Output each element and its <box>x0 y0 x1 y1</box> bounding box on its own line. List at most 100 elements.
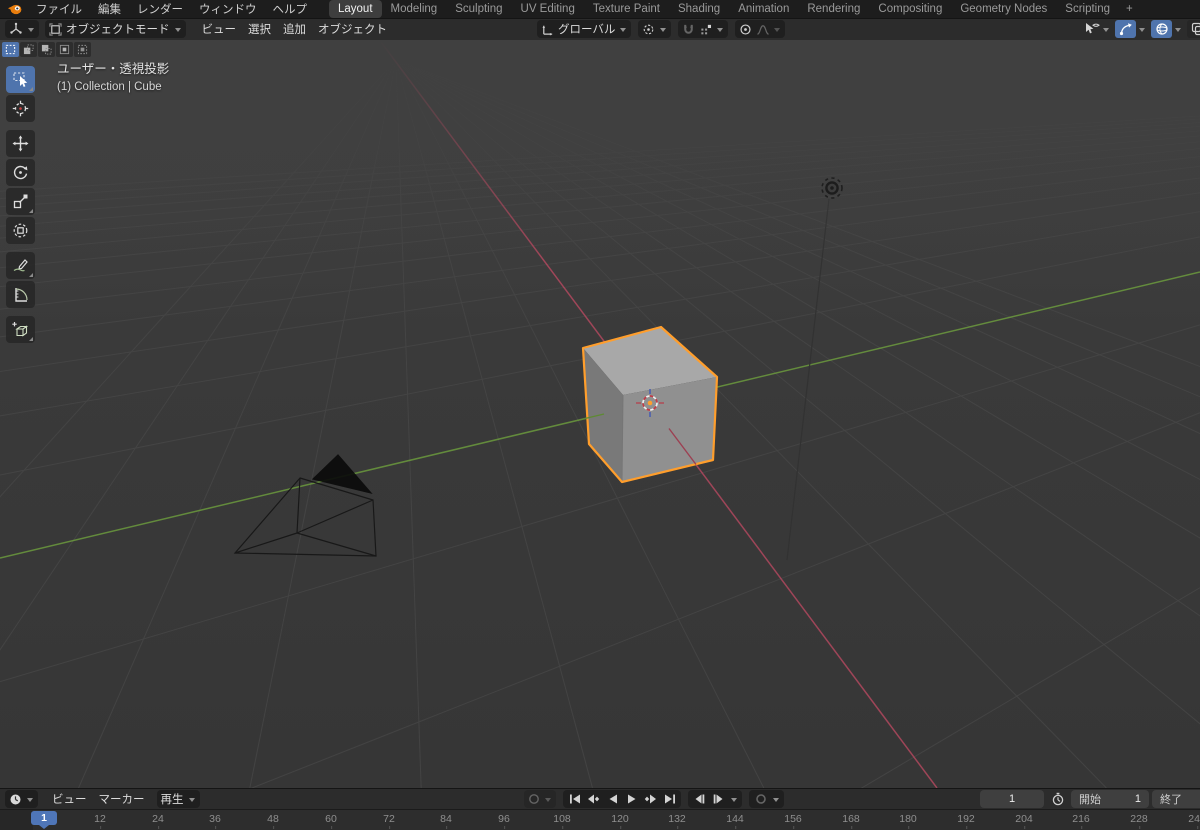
mode-label: オブジェクトモード <box>66 24 170 36</box>
tool-add-cube[interactable] <box>6 316 35 343</box>
playback-label: 再生 <box>160 794 184 806</box>
topbar-menu-item[interactable]: 編集 <box>90 0 129 19</box>
viewport-menu-item[interactable]: 追加 <box>277 19 312 39</box>
viewport-menu-item[interactable]: 選択 <box>242 19 277 39</box>
falloff-dropdown[interactable] <box>756 23 781 36</box>
chevron-down-icon[interactable] <box>1138 25 1146 33</box>
sync-icon <box>529 794 539 804</box>
start-label: 開始 <box>1079 794 1101 806</box>
workspace-tab[interactable]: + <box>1119 0 1140 18</box>
out-of-range-shade <box>0 810 33 830</box>
topbar-menus: ファイル 編集 レンダー ウィンドウ ヘルプ <box>28 0 315 19</box>
tool-transform[interactable] <box>6 217 35 244</box>
proportional-group <box>735 20 786 38</box>
stopwatch-icon <box>1052 792 1063 806</box>
frame-tick: 120 <box>611 813 629 829</box>
sync-dropdown[interactable] <box>524 790 556 808</box>
step-forward-button[interactable] <box>711 791 726 807</box>
frame-tick: 24 <box>152 813 164 829</box>
workspace-tab[interactable]: Compositing <box>869 0 951 18</box>
overlays-icon <box>1155 23 1168 35</box>
object-types-visibility-dropdown[interactable] <box>1084 22 1110 36</box>
frame-tick: 180 <box>899 813 917 829</box>
topbar-menu-item[interactable]: ファイル <box>28 0 90 19</box>
topbar: ファイル 編集 レンダー ウィンドウ ヘルプ Layout Modeling Sculpti… <box>0 0 1200 18</box>
viewport-overlay-text: ユーザー・透視投影 (1) Collection | Cube <box>57 62 169 95</box>
workspace-tab[interactable]: Geometry Nodes <box>951 0 1056 18</box>
select-mode-invert[interactable] <box>56 42 73 57</box>
frame-tick: 168 <box>842 813 860 829</box>
pivot-point-dropdown[interactable] <box>638 20 672 38</box>
step-back-button[interactable] <box>692 791 707 807</box>
chevron-down-icon[interactable] <box>772 795 780 803</box>
tool-cursor[interactable] <box>6 95 35 122</box>
workspace-tab[interactable]: UV Editing <box>512 0 584 18</box>
timeline-menu-item[interactable]: ビュー <box>46 789 93 809</box>
tool-select-box[interactable] <box>6 66 35 93</box>
workspace-tab[interactable]: Sculpting <box>446 0 511 18</box>
current-frame-field[interactable]: 1 <box>980 790 1044 808</box>
workspace-tab[interactable]: Rendering <box>798 0 869 18</box>
topbar-menu-item[interactable]: レンダー <box>129 0 191 19</box>
tool-annotate[interactable] <box>6 252 35 279</box>
overlays-toggle[interactable] <box>1151 20 1172 38</box>
transport-controls <box>563 790 681 808</box>
editor-type-button[interactable] <box>5 20 39 38</box>
tool-measure[interactable] <box>6 281 35 308</box>
frame-tick: 60 <box>325 813 337 829</box>
viewport-scene <box>0 40 1200 788</box>
snap-increment-icon <box>701 24 712 34</box>
viewport-menu-item[interactable]: ビュー <box>196 19 243 39</box>
select-mode-subtract[interactable] <box>38 42 55 57</box>
chevron-down-icon <box>659 25 667 33</box>
chevron-down-icon[interactable] <box>1174 25 1182 33</box>
chevron-down-icon[interactable] <box>730 795 738 803</box>
start-value: 1 <box>1134 793 1141 805</box>
tool-rotate[interactable] <box>6 159 35 186</box>
select-mode-extend[interactable] <box>20 42 37 57</box>
3d-viewport[interactable]: ユーザー・透視投影 (1) Collection | Cube <box>0 40 1200 788</box>
workspace-tab[interactable]: Animation <box>729 0 798 18</box>
workspace-tab[interactable]: Scripting <box>1056 0 1119 18</box>
tool-move[interactable] <box>6 130 35 157</box>
workspace-tab[interactable]: Texture Paint <box>584 0 669 18</box>
gizmos-toggle[interactable] <box>1115 20 1136 38</box>
viewport-menu-item[interactable]: オブジェクト <box>312 19 393 39</box>
blender-logo[interactable] <box>6 2 24 16</box>
play-button[interactable] <box>624 791 639 807</box>
auto-keying-toggle[interactable] <box>753 791 768 807</box>
frame-end-field[interactable]: 終了 <box>1152 790 1200 808</box>
jump-to-end-button[interactable] <box>662 791 677 807</box>
playback-menu[interactable]: 再生 <box>156 790 200 808</box>
tool-scale[interactable] <box>6 188 35 215</box>
transform-orientation-dropdown[interactable]: グローバル <box>537 20 632 38</box>
frame-start-field[interactable]: 開始 1 <box>1071 790 1149 808</box>
workspace-tab[interactable]: Layout <box>329 0 382 18</box>
workspace-tab[interactable]: Modeling <box>382 0 447 18</box>
timeline-ruler[interactable]: 12 24 36 48 60 72 84 96 108 120 132 144 156 168 180 192… <box>0 809 1200 830</box>
chevron-down-icon <box>773 25 781 33</box>
toolbar <box>6 66 35 343</box>
current-frame-marker[interactable]: 1 <box>31 811 57 825</box>
jump-prev-keyframe-button[interactable] <box>586 791 601 807</box>
select-mode-intersect[interactable] <box>74 42 91 57</box>
topbar-menu-item[interactable]: ヘルプ <box>265 0 316 19</box>
frame-tick: 36 <box>209 813 221 829</box>
frame-tick: 144 <box>726 813 744 829</box>
record-circle-icon <box>755 794 766 804</box>
timeline-menu-item[interactable]: マーカー <box>93 789 151 809</box>
topbar-menu-item[interactable]: ウィンドウ <box>191 0 265 19</box>
preview-range-toggle[interactable] <box>1047 790 1068 808</box>
jump-to-start-button[interactable] <box>567 791 582 807</box>
snap-target-dropdown[interactable] <box>699 23 724 36</box>
play-reverse-button[interactable] <box>605 791 620 807</box>
jump-next-keyframe-button[interactable] <box>643 791 658 807</box>
frame-tick: 72 <box>383 813 395 829</box>
timeline-editor-type-button[interactable] <box>5 790 38 808</box>
select-mode-set[interactable] <box>2 42 19 57</box>
mode-selector[interactable]: オブジェクトモード <box>45 20 186 38</box>
proportional-editing-toggle[interactable] <box>739 23 752 36</box>
workspace-tab[interactable]: Shading <box>669 0 729 18</box>
xray-toggle[interactable] <box>1187 20 1200 38</box>
snap-toggle[interactable] <box>682 23 695 36</box>
